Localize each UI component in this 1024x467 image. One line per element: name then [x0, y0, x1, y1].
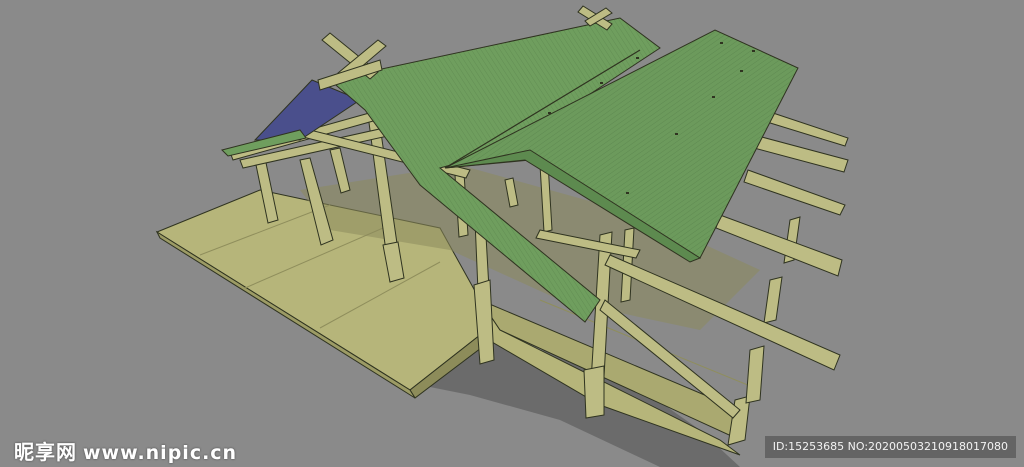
watermark-site-name: 昵享网 — [14, 440, 77, 464]
watermark-id: ID:15253685 NO:20200503210918017080 — [764, 436, 1016, 458]
timber-pavilion-render — [155, 5, 849, 467]
watermark-logo: 昵享网 www.nipic.cn — [14, 436, 237, 465]
watermark-url: www.nipic.cn — [83, 442, 238, 464]
